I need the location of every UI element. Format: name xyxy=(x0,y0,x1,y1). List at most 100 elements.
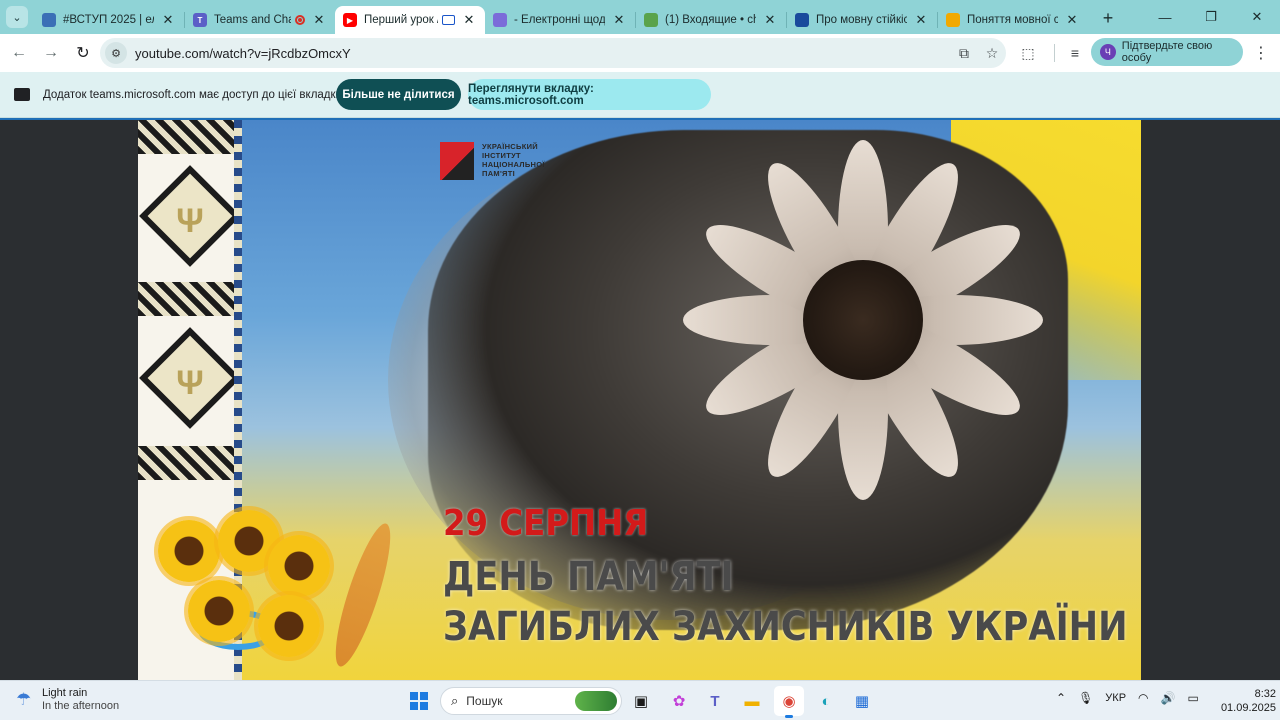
new-tab-button[interactable]: + xyxy=(1096,7,1120,31)
language-indicator[interactable]: УКР xyxy=(1105,692,1126,704)
mail-favicon-icon xyxy=(644,13,658,27)
extensions-icon[interactable]: ⬚ xyxy=(1014,39,1042,67)
sunflower-disk xyxy=(803,260,923,380)
reload-icon[interactable]: ↻ xyxy=(68,38,98,68)
url-text[interactable]: youtube.com/watch?v=jRcdbzOmcxY xyxy=(135,46,950,61)
microphone-icon[interactable]: 🎙 xyxy=(1078,691,1093,705)
tab-label: #ВСТУП 2025 | елект xyxy=(63,14,154,26)
tab-label: - Електронні щоден xyxy=(514,14,605,26)
address-bar[interactable]: ⚙ youtube.com/watch?v=jRcdbzOmcxY ⧉ ☆ xyxy=(100,38,1006,68)
book-favicon-icon xyxy=(795,13,809,27)
vstup-favicon-icon xyxy=(42,13,56,27)
windows-logo-icon xyxy=(410,692,428,710)
tab-inbox[interactable]: (1) Входящие • chbl ✕ xyxy=(636,6,786,34)
weather-text: Light rain In the afternoon xyxy=(42,687,119,713)
institute-logo-icon xyxy=(440,142,474,180)
bookmark-star-icon[interactable]: ☆ xyxy=(978,39,1006,67)
media-controls-icon[interactable]: ≡ xyxy=(1061,39,1089,67)
back-icon[interactable]: ← xyxy=(4,38,34,68)
tab-close-icon[interactable]: ✕ xyxy=(913,12,929,28)
tab-close-icon[interactable]: ✕ xyxy=(461,12,477,28)
video-title-line2: ЗАГИБЛИХ ЗАХИСНИКІВ УКРАЇНИ xyxy=(443,604,1128,650)
page-content: Ψ Ψ УКРАЇНСЬКИЙ ІНСТИТУТ НАЦІОНАЛЬНОЇ ПА… xyxy=(0,118,1280,680)
kebab-menu-icon[interactable]: ⋮ xyxy=(1250,41,1272,65)
tab-label: Перший урок /Д xyxy=(364,14,438,26)
edge-icon[interactable]: ◐ xyxy=(811,686,841,716)
tab-close-icon[interactable]: ✕ xyxy=(311,12,327,28)
clock-time: 8:32 xyxy=(1254,688,1276,700)
logo-line: ІНСТИТУТ xyxy=(482,151,521,160)
teams-icon[interactable]: T xyxy=(700,686,730,716)
taskbar-search[interactable]: ⌕ Пошук xyxy=(440,687,622,715)
tab-teams[interactable]: T Teams and Chann ✕ xyxy=(185,6,335,34)
copilot-icon[interactable]: ✿ xyxy=(664,686,694,716)
sunflower-bouquet xyxy=(138,490,458,680)
view-tab-button[interactable]: Переглянути вкладку: teams.microsoft.com xyxy=(468,79,711,110)
stop-sharing-button[interactable]: Більше не ділитися xyxy=(336,79,461,110)
window-controls: — ❐ ✕ xyxy=(1142,0,1280,34)
tray-overflow-chevron-icon[interactable]: ⌃ xyxy=(1056,691,1066,705)
windows-taskbar: ☂ Light rain In the afternoon ⌕ Пошук ▣ … xyxy=(0,680,1280,720)
browser-toolbar: ← → ↻ ⚙ youtube.com/watch?v=jRcdbzOmcxY … xyxy=(0,34,1280,72)
wifi-icon[interactable]: ◠ xyxy=(1138,691,1148,705)
bouquet-flower xyxy=(268,535,330,597)
sharing-message: Додаток teams.microsoft.com має доступ д… xyxy=(43,88,342,101)
minimize-icon[interactable]: — xyxy=(1142,0,1188,34)
search-icon: ⌕ xyxy=(451,693,459,708)
toolbar-actions: ⬚ ≡ xyxy=(1014,38,1095,68)
weather-title: Light rain xyxy=(42,687,88,699)
install-app-icon[interactable]: ⧉ xyxy=(950,39,978,67)
restore-icon[interactable]: ❐ xyxy=(1188,0,1234,34)
store-icon[interactable]: ▦ xyxy=(847,686,877,716)
tab-diary[interactable]: - Електронні щоден ✕ xyxy=(485,6,635,34)
institute-logo-text: УКРАЇНСЬКИЙ ІНСТИТУТ НАЦІОНАЛЬНОЇ ПАМ'ЯТ… xyxy=(482,142,545,178)
logo-line: ПАМ'ЯТІ xyxy=(482,169,515,178)
youtube-favicon-icon: ▶ xyxy=(343,13,357,27)
tab-close-icon[interactable]: ✕ xyxy=(762,12,778,28)
speaker-icon[interactable]: 🔊 xyxy=(1161,691,1176,705)
video-title-line1: ДЕНЬ ПАМ'ЯТІ xyxy=(443,554,734,600)
trident-icon: Ψ xyxy=(176,364,204,402)
chevron-down-icon: ⌄ xyxy=(12,11,22,24)
clock[interactable]: 8:32 01.09.2025 xyxy=(1216,687,1276,715)
active-app-indicator xyxy=(785,715,793,718)
tab-label: Про мовну стійкість xyxy=(816,14,907,26)
chrome-icon[interactable]: ◉ xyxy=(774,686,804,718)
tab-label: (1) Входящие • chbl xyxy=(665,14,756,26)
tab-shared-icon xyxy=(442,15,455,25)
wheat-spike xyxy=(325,519,401,671)
tab-strip: ⌄ #ВСТУП 2025 | елект ✕ T Teams and Chan… xyxy=(0,0,1280,34)
tab-close-icon[interactable]: ✕ xyxy=(611,12,627,28)
institute-logo: УКРАЇНСЬКИЙ ІНСТИТУТ НАЦІОНАЛЬНОЇ ПАМ'ЯТ… xyxy=(440,142,545,180)
tab-youtube-active[interactable]: ▶ Перший урок /Д ✕ xyxy=(335,6,485,34)
tab-language-concept[interactable]: Поняття мовної стій ✕ xyxy=(938,6,1088,34)
ornament-band xyxy=(138,446,242,480)
video-player[interactable]: Ψ Ψ УКРАЇНСЬКИЙ ІНСТИТУТ НАЦІОНАЛЬНОЇ ПА… xyxy=(138,120,1141,680)
tab-label: Teams and Chann xyxy=(214,14,291,26)
tab-close-icon[interactable]: ✕ xyxy=(160,12,176,28)
profile-label: Підтвердьте свою особу xyxy=(1121,40,1213,64)
tab-vstup[interactable]: #ВСТУП 2025 | елект ✕ xyxy=(34,6,184,34)
rain-icon: ☂ xyxy=(16,690,32,709)
weather-widget[interactable]: ☂ Light rain In the afternoon xyxy=(16,687,119,713)
diary-favicon-icon xyxy=(493,13,507,27)
battery-icon[interactable]: ▭ xyxy=(1187,691,1198,705)
forward-icon[interactable]: → xyxy=(36,38,66,68)
ornament-band xyxy=(138,120,242,154)
tab-close-icon[interactable]: ✕ xyxy=(1064,12,1080,28)
site-info-icon[interactable]: ⚙ xyxy=(105,42,127,64)
start-button[interactable] xyxy=(404,686,434,716)
tab-language-resilience[interactable]: Про мовну стійкість ✕ xyxy=(787,6,937,34)
logo-line: УКРАЇНСЬКИЙ xyxy=(482,142,538,151)
profile-button[interactable]: Ч Підтвердьте свою особу xyxy=(1091,38,1243,66)
bouquet-flower xyxy=(188,580,250,642)
tab-search-button[interactable]: ⌄ xyxy=(6,6,28,28)
weather-subtitle: In the afternoon xyxy=(42,700,120,712)
task-view-icon[interactable]: ▣ xyxy=(626,686,656,716)
video-date-title: 29 СЕРПНЯ xyxy=(443,503,649,544)
bouquet-flower xyxy=(258,595,320,657)
logo-line: НАЦІОНАЛЬНОЇ xyxy=(482,160,545,169)
trident-icon: Ψ xyxy=(176,202,204,240)
file-explorer-icon[interactable]: ▬ xyxy=(737,686,767,716)
close-window-icon[interactable]: ✕ xyxy=(1234,0,1280,34)
